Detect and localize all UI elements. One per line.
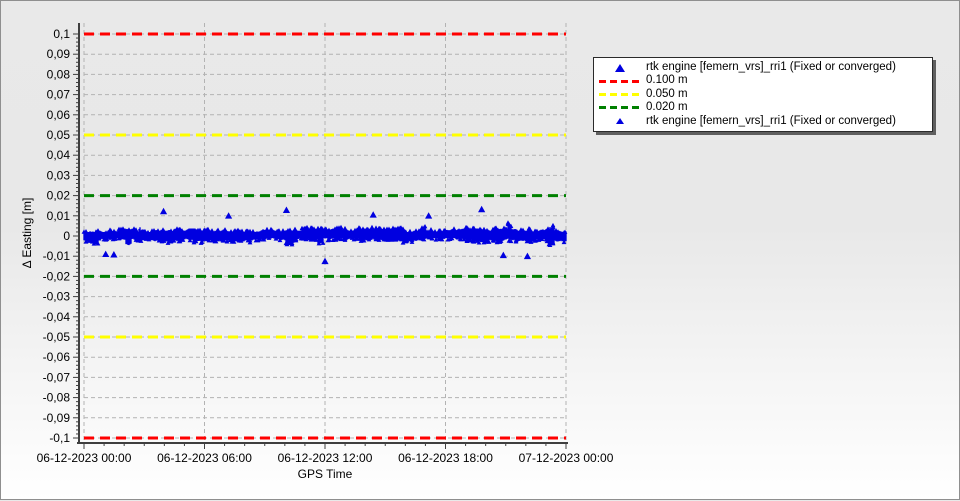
legend-item-label: 0.100 m [646,74,688,87]
x-tick-label: 06-12-2023 00:00 [37,451,132,465]
dashed-line-icon [594,106,646,110]
x-tick-label: 06-12-2023 06:00 [157,451,252,465]
legend: rtk engine [femern_vrs]_rri1 (Fixed or c… [593,57,933,132]
legend-item-label: rtk engine [femern_vrs]_rri1 (Fixed or c… [646,114,896,127]
dashed-line-swatch [598,92,642,96]
y-tick-label: -0,01 [43,249,71,263]
y-tick-label: 0,01 [47,209,71,223]
y-tick-label: 0,06 [47,108,71,122]
legend-item-label: rtk engine [femern_vrs]_rri1 (Fixed or c… [646,61,896,73]
y-tick-label: -0,05 [43,330,71,344]
x-axis-title: GPS Time [298,467,353,481]
triangle-marker-icon [594,118,646,125]
y-tick-label: -0,04 [43,310,71,324]
legend-item: 0.100 m [594,74,932,87]
y-tick-label: 0,05 [47,128,71,142]
legend-item: 0.020 m [594,101,932,114]
dashed-line-icon [594,92,646,96]
y-tick-label: 0 [63,229,70,243]
triangle-swatch [615,63,625,72]
y-tick-label: -0,02 [43,269,71,283]
legend-item: rtk engine [femern_vrs]_rri1 (Fixed or c… [594,61,932,74]
x-tick-label: 07-12-2023 00:00 [519,451,614,465]
dashed-line-swatch [598,79,642,83]
y-tick-label: 0,04 [47,148,71,162]
y-tick-label: 0,09 [47,47,71,61]
dashed-line-icon [594,79,646,83]
chart-window: { "chart_data": { "type": "scatter", "ti… [0,0,960,500]
triangle-marker-icon [594,63,646,72]
y-tick-label: -0,07 [43,370,71,384]
y-tick-label: 0,07 [47,88,71,102]
y-tick-label: -0,08 [43,391,71,405]
legend-item-label: 0.050 m [646,87,688,100]
triangle-swatch [616,118,624,125]
y-tick-label: -0,09 [43,411,71,425]
x-tick-label: 06-12-2023 12:00 [278,451,373,465]
y-axis-title: Δ Easting [m] [20,198,34,269]
y-tick-label: -0,06 [43,350,71,364]
dashed-line-swatch [598,106,642,110]
x-tick-label: 06-12-2023 18:00 [398,451,493,465]
y-tick-label: 0,02 [47,189,71,203]
y-tick-label: -0,1 [49,431,70,445]
legend-item-label: 0.020 m [646,101,688,114]
y-tick-label: 0,03 [47,168,71,182]
legend-item: 0.050 m [594,88,932,101]
y-tick-label: 0,1 [53,27,70,41]
y-tick-label: -0,03 [43,290,71,304]
legend-item: rtk engine [femern_vrs]_rri1 (Fixed or c… [594,115,932,128]
y-tick-label: 0,08 [47,67,71,81]
